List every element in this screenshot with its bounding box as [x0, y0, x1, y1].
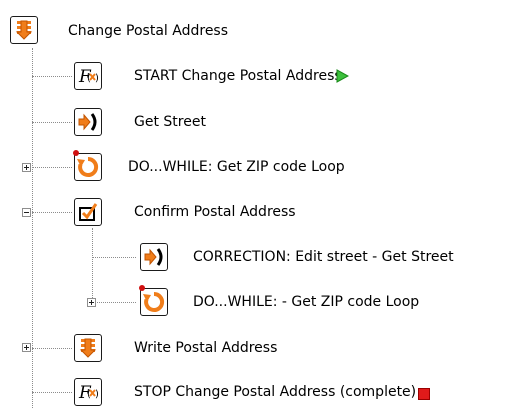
tree-node-confirm-postal-address[interactable]: Confirm Postal Address — [70, 195, 370, 229]
expand-toggle-write[interactable] — [22, 343, 31, 352]
tree-connector — [92, 257, 136, 258]
get-input-icon — [140, 243, 168, 271]
breakpoint-marker — [139, 285, 145, 291]
tree-node-correction-edit-street[interactable]: CORRECTION: Edit street - Get Street — [136, 240, 516, 274]
svg-text:): ) — [95, 389, 99, 400]
tree-node-start[interactable]: F ( ) START Change Postal Address — [70, 59, 430, 93]
tree-node-label: CORRECTION: Edit street - Get Street — [193, 249, 454, 265]
tree-node-write-postal-address[interactable]: Write Postal Address — [70, 331, 370, 365]
expand-toggle-dowhile-child[interactable] — [87, 298, 96, 307]
breakpoint-marker — [73, 150, 79, 156]
expand-toggle-dowhile[interactable] — [22, 163, 31, 172]
tree-connector-main — [32, 48, 33, 408]
tree-node-dowhile-zip[interactable]: DO...WHILE: Get ZIP code Loop — [70, 150, 430, 184]
svg-text:): ) — [95, 73, 99, 84]
loop-icon — [74, 153, 102, 181]
tree-node-label: STOP Change Postal Address (complete) — [134, 384, 417, 400]
tree-node-change-postal-address[interactable]: Change Postal Address — [0, 14, 300, 48]
tree-node-label: Write Postal Address — [134, 340, 278, 356]
tree-node-label: Get Street — [134, 114, 206, 130]
tree-node-label: DO...WHILE: - Get ZIP code Loop — [193, 294, 420, 310]
loop-icon — [140, 288, 168, 316]
stop-square-icon — [418, 388, 430, 400]
tree-connector — [32, 122, 72, 123]
tree-connector — [32, 167, 72, 168]
collapse-toggle-confirm[interactable] — [22, 208, 31, 217]
tree-node-label: Change Postal Address — [68, 23, 229, 39]
get-input-icon — [74, 108, 102, 136]
tree-node-get-street[interactable]: Get Street — [70, 105, 270, 139]
tree-connector — [32, 348, 72, 349]
tree-connector-child — [92, 228, 93, 302]
tree-node-stop[interactable]: F ( ) STOP Change Postal Address (comple… — [70, 375, 510, 409]
tree-node-label: START Change Postal Address — [134, 68, 342, 84]
tree-connector — [92, 302, 136, 303]
process-icon — [10, 16, 38, 44]
tree-connector — [32, 392, 72, 393]
function-icon: F ( ) — [74, 62, 102, 90]
tree-connector — [32, 76, 72, 77]
tree-node-label: DO...WHILE: Get ZIP code Loop — [128, 159, 345, 175]
function-icon: F ( ) — [74, 378, 102, 406]
process-icon — [74, 334, 102, 362]
tree-node-dowhile-zip-child[interactable]: DO...WHILE: - Get ZIP code Loop — [136, 285, 496, 319]
confirm-icon — [74, 198, 102, 226]
tree-node-label: Confirm Postal Address — [134, 204, 296, 220]
tree-connector — [32, 212, 72, 213]
start-arrow-icon — [336, 69, 349, 83]
